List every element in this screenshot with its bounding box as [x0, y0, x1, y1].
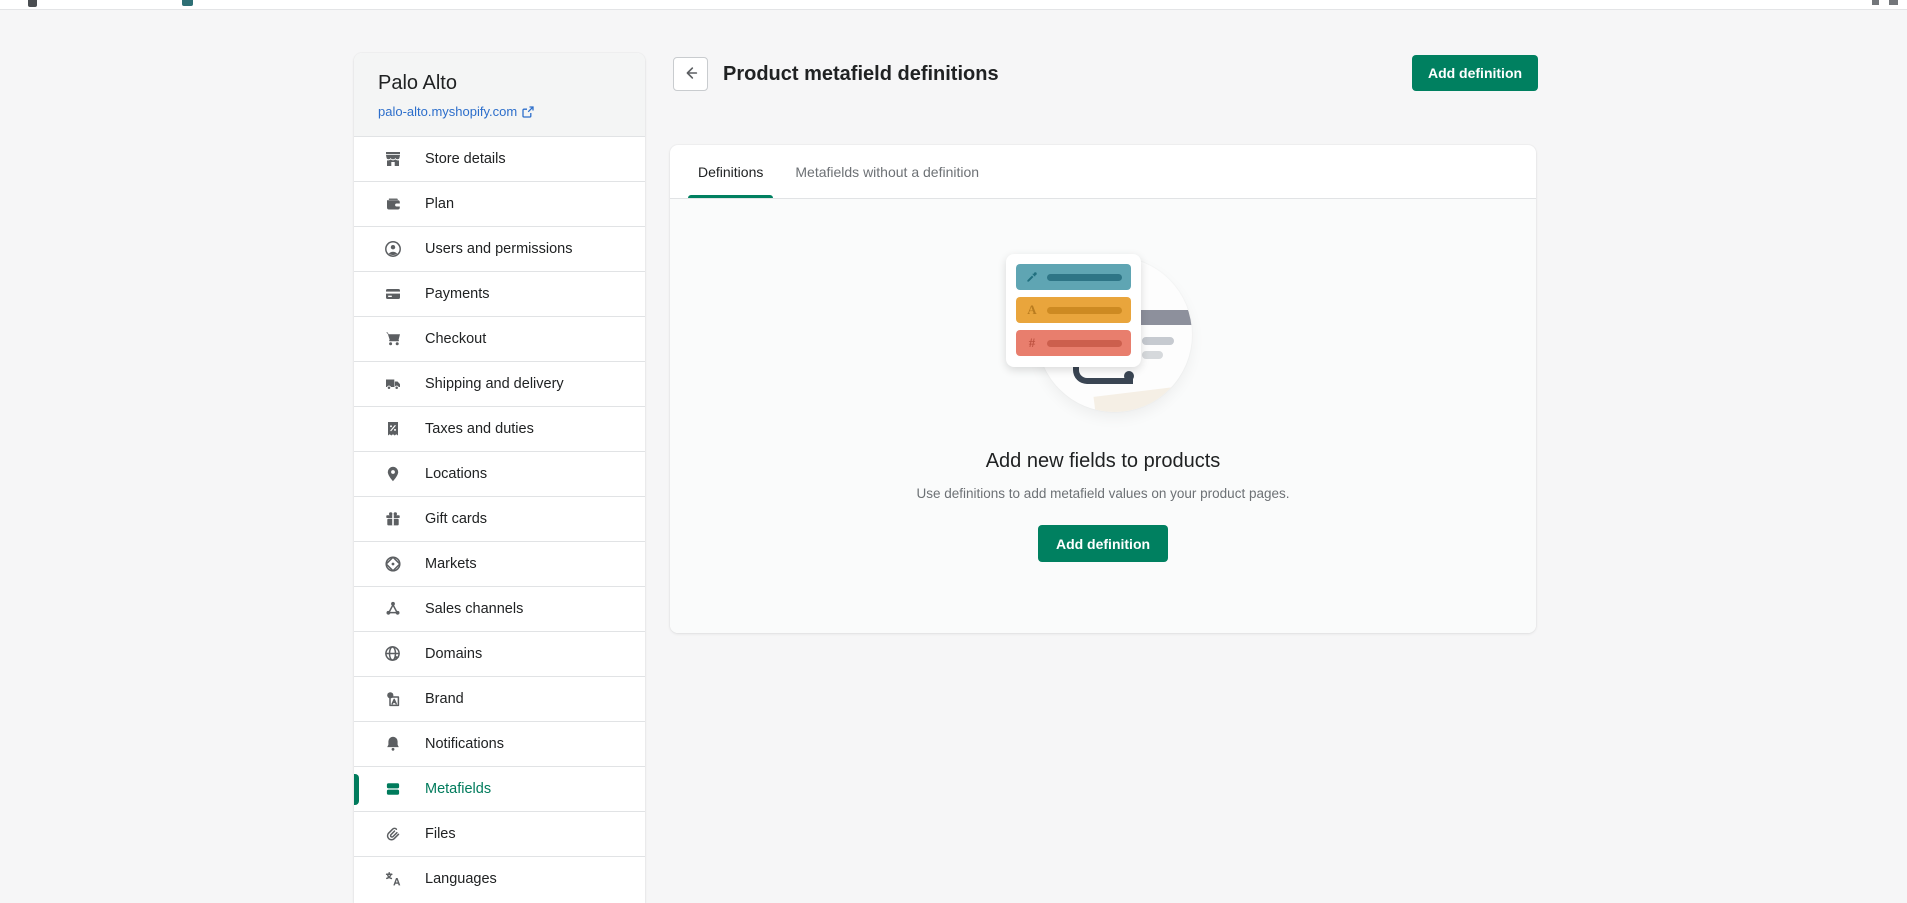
store-domain-text: palo-alto.myshopify.com [378, 104, 517, 119]
sidebar-item-label: Shipping and delivery [425, 376, 564, 392]
selected-indicator [354, 774, 359, 805]
sidebar-item-markets[interactable]: Markets [354, 541, 645, 586]
sidebar-item-label: Payments [425, 286, 489, 302]
empty-state-heading: Add new fields to products [670, 450, 1536, 473]
sidebar-item-label: Domains [425, 646, 482, 662]
illustration-field-bar [1047, 340, 1122, 347]
sidebar-item-plan[interactable]: Plan [354, 181, 645, 226]
illustration-field-row: # [1016, 330, 1131, 356]
metafields-illustration: A# [1003, 252, 1203, 414]
illustration-field-card: A# [1006, 254, 1141, 367]
eyedropper-icon [1025, 271, 1039, 283]
wallet-icon [383, 194, 403, 214]
sidebar-item-languages[interactable]: Languages [354, 856, 645, 901]
storefront-icon [383, 149, 403, 169]
sidebar-item-label: Brand [425, 691, 464, 707]
sidebar-item-label: Markets [425, 556, 477, 572]
page-title: Product metafield definitions [723, 57, 999, 91]
sidebar-item-label: Users and permissions [425, 241, 572, 257]
back-button[interactable] [673, 57, 708, 91]
empty-state-subtext: Use definitions to add metafield values … [670, 486, 1536, 501]
sidebar-item-metafields[interactable]: Metafields [354, 766, 645, 811]
metafield-definitions-card: DefinitionsMetafields without a definiti… [670, 145, 1536, 633]
illustration-gray-bar [1142, 337, 1174, 345]
illustration-field-bar [1047, 307, 1122, 314]
sidebar-store-header: Palo Alto palo-alto.myshopify.com [354, 53, 645, 136]
paperclip-icon [383, 824, 403, 844]
arrow-left-icon [682, 64, 700, 85]
external-link-icon [522, 106, 534, 118]
sidebar-item-store-details[interactable]: Store details [354, 136, 645, 181]
sidebar-item-label: Store details [425, 151, 506, 167]
sidebar-item-label: Taxes and duties [425, 421, 534, 437]
tab-bar: DefinitionsMetafields without a definiti… [670, 145, 1536, 199]
translate-icon [383, 869, 403, 889]
illustration-field-bar [1047, 274, 1122, 281]
sidebar-item-checkout[interactable]: Checkout [354, 316, 645, 361]
metafields-stack-icon [383, 779, 403, 799]
sidebar-item-label: Locations [425, 466, 487, 482]
sidebar-item-label: Languages [425, 871, 497, 887]
add-definition-button-empty-state[interactable]: Add definition [1038, 525, 1168, 562]
share-nodes-icon [383, 599, 403, 619]
topbar-store-avatar-fragment [182, 0, 193, 6]
tab-metafields-without-a-definition[interactable]: Metafields without a definition [779, 145, 995, 198]
sidebar-item-label: Files [425, 826, 456, 842]
sidebar-item-label: Checkout [425, 331, 486, 347]
settings-nav: Store details Plan Users and permissions Pa… [354, 136, 645, 901]
markets-globe-icon [383, 554, 403, 574]
sidebar-item-label: Sales channels [425, 601, 523, 617]
user-circle-icon [383, 239, 403, 259]
sidebar-item-users-and-permissions[interactable]: Users and permissions [354, 226, 645, 271]
bell-icon [383, 734, 403, 754]
credit-card-icon [383, 284, 403, 304]
sidebar-item-label: Notifications [425, 736, 504, 752]
sidebar-item-taxes-and-duties[interactable]: Taxes and duties [354, 406, 645, 451]
illustration-connector-ring [1124, 371, 1134, 381]
topbar-user-avatar-fragment [1889, 0, 1898, 5]
sidebar-item-label: Metafields [425, 781, 491, 797]
tab-definitions[interactable]: Definitions [682, 145, 779, 198]
sidebar-item-locations[interactable]: Locations [354, 451, 645, 496]
empty-state-panel: A# Add new fields to products Use defini… [670, 199, 1536, 633]
sidebar-item-label: Plan [425, 196, 454, 212]
cart-icon [383, 329, 403, 349]
gift-icon [383, 509, 403, 529]
brand-shapes-icon [383, 689, 403, 709]
sidebar-item-payments[interactable]: Payments [354, 271, 645, 316]
location-pin-icon [383, 464, 403, 484]
sidebar-item-shipping-and-delivery[interactable]: Shipping and delivery [354, 361, 645, 406]
sidebar-item-domains[interactable]: Domains [354, 631, 645, 676]
topbar-logo-fragment [28, 0, 37, 7]
sidebar-item-label: Gift cards [425, 511, 487, 527]
store-domain-link[interactable]: palo-alto.myshopify.com [378, 104, 534, 119]
field-type-glyph: # [1025, 335, 1039, 351]
globe-cursor-icon [383, 644, 403, 664]
store-name: Palo Alto [378, 72, 621, 95]
add-definition-button-top[interactable]: Add definition [1412, 55, 1538, 91]
truck-icon [383, 374, 403, 394]
illustration-cream-shape [1094, 385, 1192, 412]
sidebar-item-notifications[interactable]: Notifications [354, 721, 645, 766]
sidebar-item-brand[interactable]: Brand [354, 676, 645, 721]
receipt-percent-icon [383, 419, 403, 439]
sidebar-item-sales-channels[interactable]: Sales channels [354, 586, 645, 631]
topbar-notification-icon-fragment [1872, 0, 1879, 5]
sidebar-item-gift-cards[interactable]: Gift cards [354, 496, 645, 541]
illustration-field-row: A [1016, 297, 1131, 323]
illustration-field-row [1016, 264, 1131, 290]
illustration-gray-bar [1142, 351, 1163, 359]
field-type-glyph: A [1025, 302, 1039, 318]
settings-sidebar: Palo Alto palo-alto.myshopify.com Store … [354, 53, 645, 903]
sidebar-item-files[interactable]: Files [354, 811, 645, 856]
global-topbar-cropped [0, 0, 1907, 10]
